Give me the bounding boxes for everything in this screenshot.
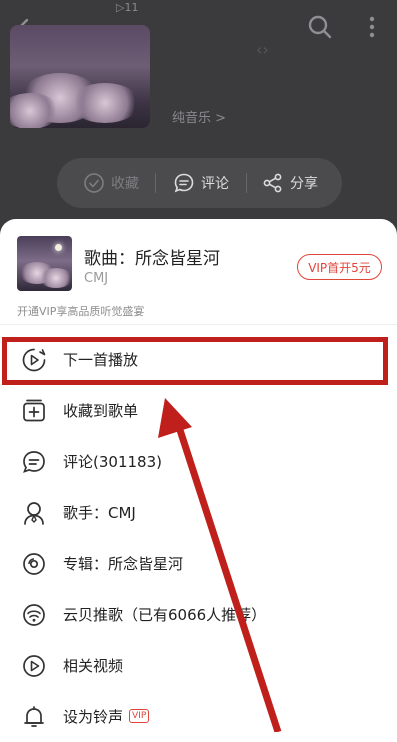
comment-label: 评论: [201, 176, 229, 192]
play-count: ▷11: [116, 1, 139, 14]
share-button[interactable]: 分享: [262, 158, 318, 208]
song-title: 歌曲：所念皆星河: [84, 249, 220, 269]
more-button[interactable]: [360, 12, 384, 42]
menu-item-artist[interactable]: 歌手：CMJ: [0, 488, 397, 538]
video-icon: [23, 655, 45, 677]
menu-item-set-ringtone[interactable]: 设为铃声 VIP: [0, 692, 397, 742]
comment-button[interactable]: 评论: [173, 158, 229, 208]
menu-label: 评论(301183): [63, 453, 162, 471]
search-button[interactable]: [305, 12, 335, 42]
comment-icon: [174, 173, 194, 193]
menu-item-album[interactable]: 专辑：所念皆星河: [0, 539, 397, 589]
add-to-playlist-icon: [23, 399, 45, 422]
menu-item-cloud-coin-recommend[interactable]: 云贝推歌（已有6066人推荐）: [0, 590, 397, 640]
share-icon: [263, 173, 282, 193]
album-thumbnail: [17, 236, 72, 291]
favorite-label: 收藏: [111, 176, 139, 192]
menu-label-wrap: 设为铃声 VIP: [63, 706, 150, 727]
vip-promo-text: 开通VIP享高品质听觉盛宴: [17, 305, 145, 318]
share-label: 分享: [290, 176, 318, 192]
menu-label: 收藏到歌单: [63, 402, 139, 420]
bell-icon: [24, 706, 44, 727]
album-cover-background: [10, 25, 150, 128]
divider: [246, 173, 247, 193]
check-circle-icon: [84, 173, 104, 193]
artist-icon: [24, 502, 44, 525]
divider: [0, 324, 397, 325]
menu-label: 云贝推歌（已有6066人推荐）: [63, 606, 267, 624]
menu-label: 歌手：CMJ: [63, 504, 136, 522]
album-icon: [23, 553, 45, 575]
cover-chevron-icon: ‹›: [256, 40, 269, 59]
favorite-button[interactable]: 收藏: [83, 158, 139, 208]
vip-badge: VIP: [129, 708, 150, 723]
song-header: 歌曲：所念皆星河 CMJ VIP首开5元 开通VIP享高品质听觉盛宴: [0, 219, 397, 318]
menu-item-add-to-playlist[interactable]: 收藏到歌单: [0, 386, 397, 436]
song-artist: CMJ: [84, 271, 109, 286]
background-player-page: ▷11 ‹› 纯音乐 > 收藏 评论 分享: [0, 0, 397, 240]
search-icon: [308, 15, 332, 39]
cloud-coin-recommend-icon: [23, 604, 45, 626]
menu-label: 专辑：所念皆星河: [63, 555, 184, 573]
more-vertical-icon: [369, 16, 375, 38]
highlight-annotation-box: [2, 337, 388, 385]
menu-label: 设为铃声: [63, 708, 124, 726]
menu-item-related-videos[interactable]: 相关视频: [0, 641, 397, 691]
genre-tag[interactable]: 纯音乐 >: [172, 107, 226, 126]
song-options-sheet: 歌曲：所念皆星河 CMJ VIP首开5元 开通VIP享高品质听觉盛宴 下一首播放…: [0, 219, 397, 732]
menu-item-comments[interactable]: 评论(301183): [0, 437, 397, 487]
song-action-bar: 收藏 评论 分享: [57, 158, 342, 208]
divider: [155, 173, 156, 193]
comment-icon: [23, 451, 45, 473]
vip-button[interactable]: VIP首开5元: [297, 254, 382, 280]
menu-label: 相关视频: [63, 657, 124, 675]
